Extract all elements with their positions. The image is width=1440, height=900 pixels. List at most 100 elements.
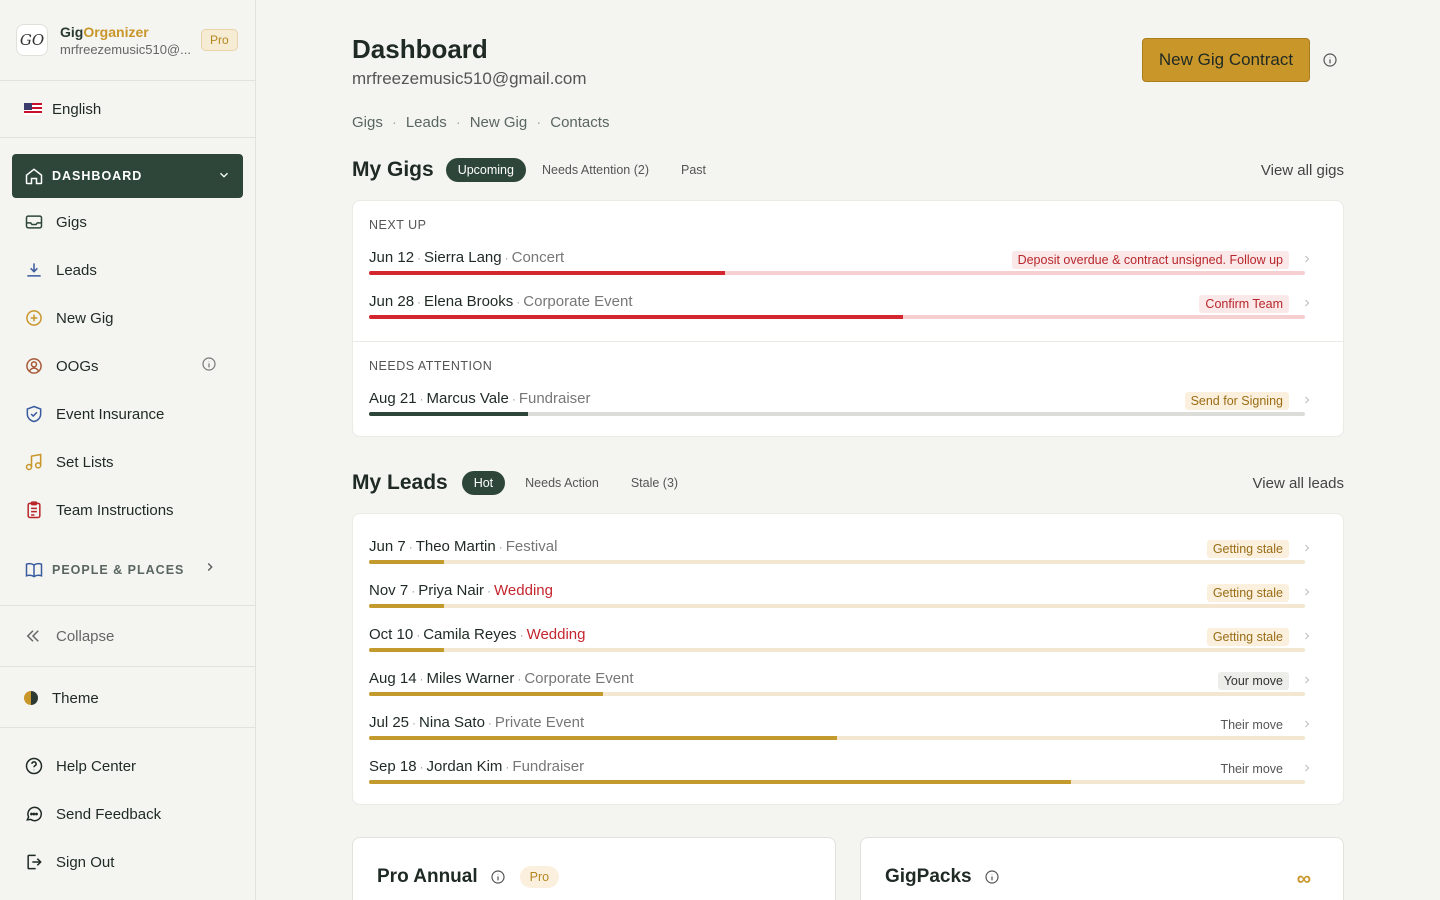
sidebar-item-team-instructions[interactable]: Team Instructions <box>12 486 243 534</box>
info-icon[interactable] <box>201 356 217 376</box>
status-badge: Getting stale <box>1206 628 1289 646</box>
tab-upcoming[interactable]: Upcoming <box>445 158 526 182</box>
plan-badge: Pro <box>201 29 238 51</box>
divider <box>0 666 255 667</box>
sidebar-item-event-insurance[interactable]: Event Insurance <box>12 390 243 438</box>
help-circle-icon <box>24 756 44 776</box>
sidebar-item-leads[interactable]: Leads <box>12 246 243 294</box>
progress-bar <box>369 560 1305 564</box>
new-gig-contract-button[interactable]: New Gig Contract <box>1142 38 1310 82</box>
sidebar-item-oogs[interactable]: OOGs <box>12 342 243 390</box>
progress-bar <box>369 412 1305 416</box>
progress-bar <box>369 648 1305 652</box>
info-icon[interactable] <box>490 869 506 885</box>
music-note-icon <box>24 452 44 472</box>
theme-toggle[interactable]: Theme <box>24 686 99 710</box>
sidebar: GO GigOrganizer mrfreezemusic510@... Pro… <box>0 0 256 900</box>
lead-row[interactable]: Aug 14 · Miles Warner · Corporate Event Your… <box>369 670 1329 700</box>
brand-name: GigOrganizer <box>60 23 149 40</box>
status-badge: Confirm Team <box>1199 295 1289 313</box>
tab-past[interactable]: Past <box>669 158 718 182</box>
divider <box>0 727 255 728</box>
progress-bar <box>369 604 1305 608</box>
my-gigs-header: My Gigs Upcoming Needs Attention (2) Pas… <box>352 156 1344 184</box>
group-label: NEEDS ATTENTION <box>369 359 493 373</box>
download-icon <box>24 260 44 280</box>
chevron-right-icon <box>1301 673 1313 691</box>
status-badge: Your move <box>1217 672 1289 690</box>
tab-stale[interactable]: Stale (3) <box>619 471 690 495</box>
quick-link-gigs[interactable]: Gigs <box>352 114 383 131</box>
infinity-value: ∞ <box>1296 868 1311 890</box>
sidebar-item-set-lists[interactable]: Set Lists <box>12 438 243 486</box>
group-label: NEXT UP <box>369 218 427 232</box>
gig-row[interactable]: Jun 28 · Elena Brooks · Corporate Event Conf… <box>369 293 1329 323</box>
section-title: My Gigs <box>352 158 434 181</box>
chevron-right-icon <box>1301 541 1313 559</box>
leads-card: Jun 7 · Theo Martin · Festival Getting stale… <box>352 513 1344 805</box>
lead-row[interactable]: Jun 7 · Theo Martin · Festival Getting stale <box>369 538 1329 568</box>
chevron-right-icon <box>1301 717 1313 735</box>
info-icon[interactable] <box>984 869 1000 885</box>
brand-header[interactable]: GO GigOrganizer mrfreezemusic510@... Pro <box>0 0 255 81</box>
gig-row[interactable]: Jun 12 · Sierra Lang · Concert Deposit overd… <box>369 249 1329 279</box>
chevron-right-icon <box>1301 585 1313 603</box>
lead-row[interactable]: Sep 18 · Jordan Kim · Fundraiser Their move <box>369 758 1329 788</box>
my-leads-header: My Leads Hot Needs Action Stale (3) View… <box>352 469 1344 497</box>
chevron-down-icon <box>217 168 231 185</box>
status-badge: Getting stale <box>1206 540 1289 558</box>
progress-bar <box>369 780 1305 784</box>
inbox-icon <box>24 212 44 232</box>
progress-bar <box>369 271 1305 275</box>
clipboard-icon <box>24 500 44 520</box>
sidebar-item-new-gig[interactable]: New Gig <box>12 294 243 342</box>
page-subtitle-email: mrfreezemusic510@gmail.com <box>352 69 587 88</box>
plus-circle-icon <box>24 308 44 328</box>
pro-annual-card[interactable]: Pro Annual Pro <box>352 837 836 900</box>
gigpacks-card[interactable]: GigPacks ∞ <box>860 837 1344 900</box>
progress-bar <box>369 315 1305 319</box>
book-open-icon <box>24 560 44 580</box>
lead-row[interactable]: Nov 7 · Priya Nair · Wedding Getting stale <box>369 582 1329 612</box>
chevron-right-icon <box>1301 629 1313 647</box>
collapse-button[interactable]: Collapse <box>24 624 114 648</box>
tab-hot[interactable]: Hot <box>461 471 506 495</box>
status-badge: Their move <box>1220 718 1283 732</box>
quick-link-contacts[interactable]: Contacts <box>550 114 609 131</box>
lead-row[interactable]: Oct 10 · Camila Reyes · Wedding Getting stal… <box>369 626 1329 656</box>
sidebar-nav: DASHBOARD Gigs Leads New Gig OOGs Event … <box>0 138 255 598</box>
progress-bar <box>369 692 1305 696</box>
user-circle-icon <box>24 356 44 376</box>
view-all-leads-link[interactable]: View all leads <box>1253 475 1344 492</box>
chat-bubble-icon <box>24 804 44 824</box>
info-icon[interactable] <box>1322 52 1338 73</box>
home-icon <box>24 166 44 186</box>
sidebar-item-gigs[interactable]: Gigs <box>12 198 243 246</box>
chevron-right-icon <box>1301 252 1313 270</box>
quick-link-new-gig[interactable]: New Gig <box>470 114 528 131</box>
language-selector[interactable]: English <box>0 81 255 138</box>
tab-needs-attention[interactable]: Needs Attention (2) <box>530 158 661 182</box>
quick-link-leads[interactable]: Leads <box>406 114 447 131</box>
lead-row[interactable]: Jul 25 · Nina Sato · Private Event Their mov… <box>369 714 1329 744</box>
sidebar-item-sign-out[interactable]: Sign Out <box>12 838 244 886</box>
theme-icon <box>24 691 38 705</box>
tab-needs-action[interactable]: Needs Action <box>513 471 611 495</box>
quick-links: Gigs · Leads · New Gig · Contacts <box>352 114 610 131</box>
sidebar-item-send-feedback[interactable]: Send Feedback <box>12 790 244 838</box>
status-badge: Their move <box>1220 762 1283 776</box>
page-header: Dashboard mrfreezemusic510@gmail.com <box>352 34 587 89</box>
sidebar-section-people-places[interactable]: PEOPLE & PLACES <box>12 542 243 598</box>
gigs-card: NEXT UP Jun 12 · Sierra Lang · Concert Depos… <box>352 200 1344 437</box>
view-all-gigs-link[interactable]: View all gigs <box>1261 162 1344 179</box>
gig-row[interactable]: Aug 21 · Marcus Vale · Fundraiser Send for S… <box>369 390 1329 420</box>
chevron-right-icon <box>1301 761 1313 779</box>
chevron-right-icon <box>1301 296 1313 314</box>
shield-check-icon <box>24 404 44 424</box>
chevron-right-icon <box>203 560 217 577</box>
sidebar-item-help-center[interactable]: Help Center <box>12 742 244 790</box>
sidebar-item-dashboard[interactable]: DASHBOARD <box>12 154 243 198</box>
app-logo: GO <box>16 24 48 56</box>
progress-bar <box>369 736 1305 740</box>
card-title: Pro Annual <box>377 866 478 887</box>
